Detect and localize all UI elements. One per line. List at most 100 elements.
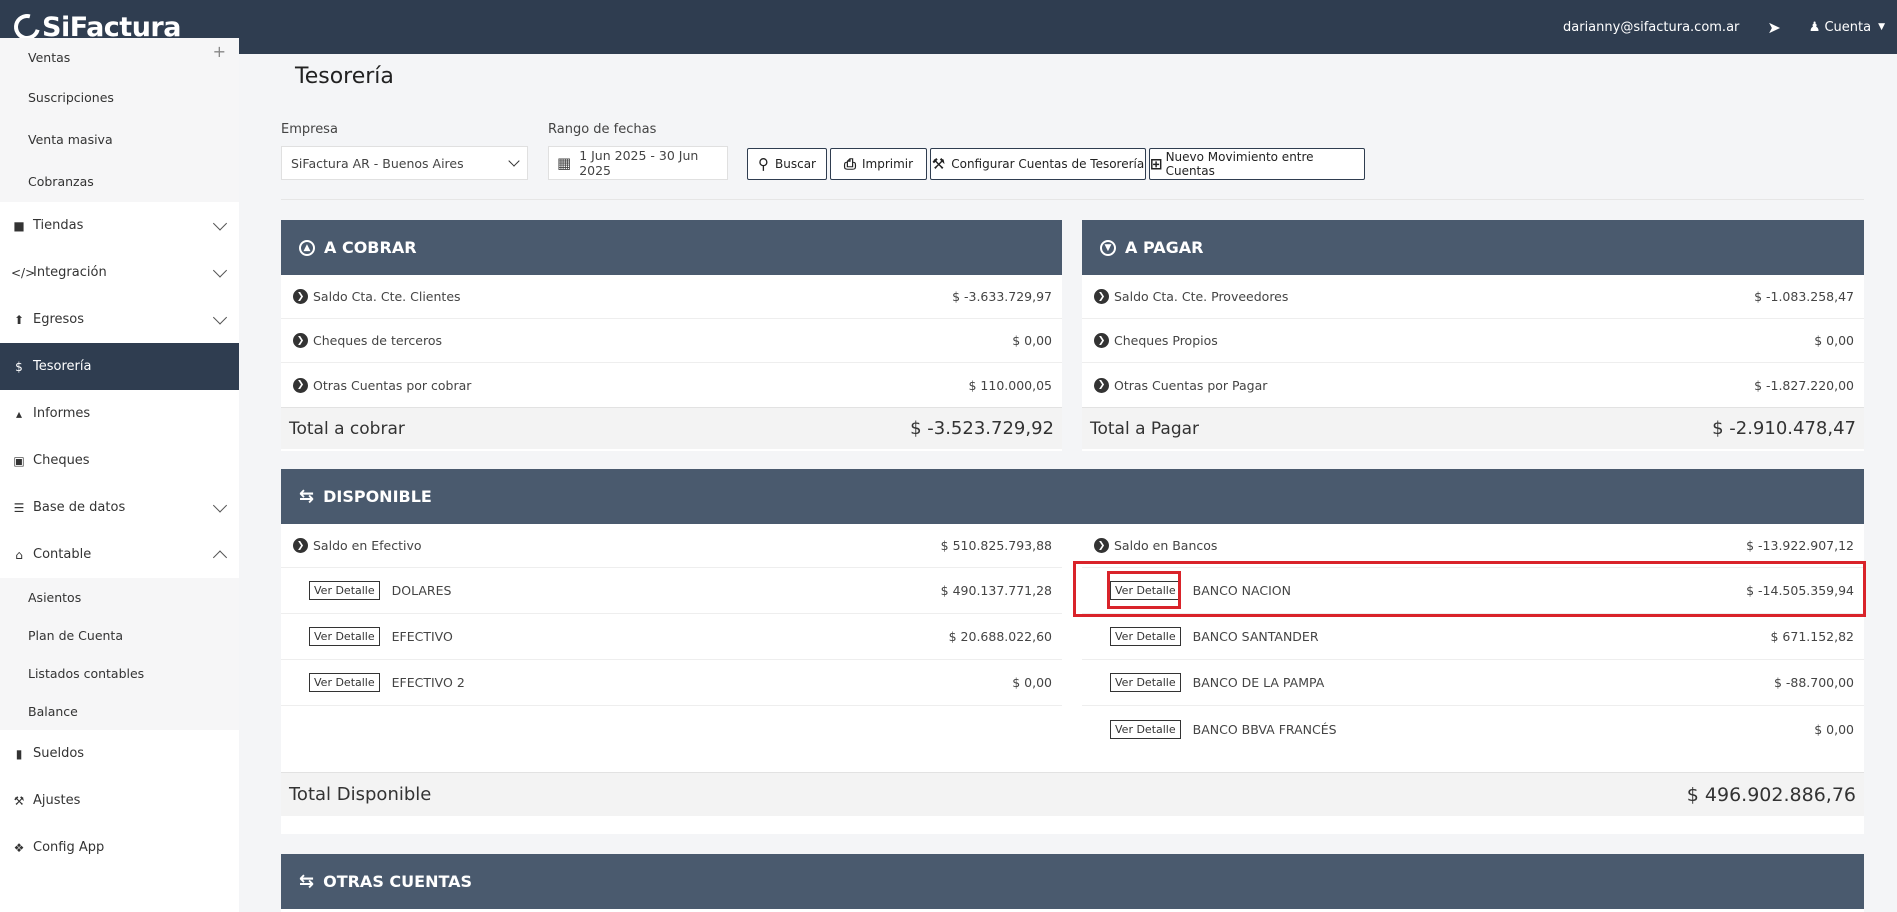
sidebar-item-integracion[interactable]: </> Integración	[0, 249, 239, 296]
divider	[281, 199, 1864, 200]
table-row: Ver Detalle BANCO BBVA FRANCÉS $ 0,00	[1082, 706, 1864, 752]
sidebar-item-ajustes[interactable]: ⚒ Ajustes	[0, 777, 239, 824]
total-disponible: Total Disponible $ 496.902.886,76	[281, 772, 1864, 816]
table-row: Ver Detalle BANCO DE LA PAMPA $ -88.700,…	[1082, 660, 1864, 706]
sidebar-item-ventas[interactable]: Ventas +	[0, 38, 239, 76]
print-icon: ⎙	[843, 155, 856, 173]
sidebar: Ventas + Suscripciones Venta masiva Cobr…	[0, 38, 239, 912]
account-label: Cuenta	[1824, 19, 1872, 35]
chevron-circle-right-icon: ❯	[1094, 289, 1109, 304]
table-row: Ver Detalle DOLARES $ 490.137.771,28	[281, 568, 1062, 614]
imprimir-button[interactable]: ⎙ Imprimir	[830, 148, 927, 180]
date-range-input[interactable]: ▦ 1 Jun 2025 - 30 Jun 2025	[548, 146, 728, 180]
page-title: Tesorería	[295, 64, 394, 89]
highlight-banco-nacion-row	[1073, 561, 1866, 617]
chevron-circle-right-icon: ❯	[293, 538, 308, 553]
user-email[interactable]: darianny@sifactura.com.ar	[1563, 20, 1739, 35]
chevron-up-icon	[212, 549, 228, 565]
main-content: Tesorería Empresa SiFactura AR - Buenos …	[239, 54, 1897, 912]
table-row: Ver Detalle BANCO SANTANDER $ 671.152,82	[1082, 614, 1864, 660]
book-icon: ▮	[15, 746, 23, 761]
sidebar-item-informes[interactable]: ▴ Informes	[0, 390, 239, 437]
area-chart-icon: ▴	[15, 406, 23, 421]
a-pagar-header: ▼ A PAGAR	[1082, 220, 1864, 275]
chevron-circle-right-icon: ❯	[1094, 333, 1109, 348]
shopping-bag-icon: ■	[13, 218, 25, 233]
upload-icon: ⬆	[13, 312, 25, 327]
plus-square-icon: ⊞	[1150, 155, 1163, 173]
table-row: Ver Detalle EFECTIVO $ 20.688.022,60	[281, 614, 1062, 660]
top-navbar: SiFactura darianny@sifactura.com.ar ➤ ♟ …	[0, 0, 1897, 54]
dollar-icon: $	[15, 359, 23, 374]
arrow-circle-down-icon: ▼	[1100, 239, 1116, 256]
ver-detalle-button[interactable]: Ver Detalle	[309, 673, 380, 692]
chevron-circle-right-icon: ❯	[293, 377, 308, 393]
total-a-pagar: Total a Pagar $ -2.910.478,47	[1082, 407, 1864, 449]
disponible-panel: ⇆ DISPONIBLE ❯ Saldo en Efectivo $ 510.8…	[281, 469, 1864, 834]
list-item[interactable]: ❯ Cheques Propios $ 0,00	[1082, 319, 1864, 363]
bank-icon: ⌂	[15, 547, 23, 562]
plus-icon[interactable]: +	[213, 42, 226, 61]
sidebar-item-cobranzas[interactable]: Cobranzas	[0, 160, 239, 202]
empresa-select[interactable]: SiFactura AR - Buenos Aires	[281, 146, 528, 180]
list-item[interactable]: ❯ Saldo Cta. Cte. Proveedores $ -1.083.2…	[1082, 275, 1864, 319]
a-cobrar-panel: ▲ A COBRAR ❯ Saldo Cta. Cte. Clientes $ …	[281, 220, 1062, 451]
chevron-circle-right-icon: ❯	[293, 333, 308, 348]
efectivo-column: ❯ Saldo en Efectivo $ 510.825.793,88 Ver…	[281, 524, 1062, 706]
search-icon: ⚲	[758, 155, 769, 173]
code-icon: </>	[11, 265, 36, 280]
total-a-cobrar: Total a cobrar $ -3.523.729,92	[281, 407, 1062, 449]
caret-down-icon: ▼	[1878, 22, 1885, 32]
ver-detalle-button[interactable]: Ver Detalle	[1110, 673, 1181, 692]
sidebar-item-contable[interactable]: ⌂ Contable	[0, 531, 239, 578]
highlight-ver-detalle-button	[1107, 571, 1181, 609]
chevron-down-icon	[508, 155, 520, 167]
sidebar-item-listados-contables[interactable]: Listados contables	[0, 654, 239, 692]
calendar-icon: ▦	[557, 154, 572, 172]
ver-detalle-button[interactable]: Ver Detalle	[309, 581, 380, 600]
sidebar-item-balance[interactable]: Balance	[0, 692, 239, 730]
buscar-button[interactable]: ⚲ Buscar	[747, 148, 827, 180]
sidebar-item-egresos[interactable]: ⬆ Egresos	[0, 296, 239, 343]
disponible-header: ⇆ DISPONIBLE	[281, 469, 1864, 524]
sidebar-item-plan-de-cuenta[interactable]: Plan de Cuenta	[0, 616, 239, 654]
chevron-circle-right-icon: ❯	[293, 289, 308, 304]
nuevo-movimiento-button[interactable]: ⊞ Nuevo Movimiento entre Cuentas	[1149, 148, 1365, 180]
sidebar-item-suscripciones[interactable]: Suscripciones	[0, 76, 239, 118]
sidebar-item-sueldos[interactable]: ▮ Sueldos	[0, 730, 239, 777]
list-item[interactable]: ❯ Cheques de terceros $ 0,00	[281, 319, 1062, 363]
arrow-circle-up-icon: ▲	[299, 239, 315, 256]
configurar-cuentas-button[interactable]: ⚒ Configurar Cuentas de Tesorería	[930, 148, 1146, 180]
sidebar-item-venta-masiva[interactable]: Venta masiva	[0, 118, 239, 160]
ver-detalle-button[interactable]: Ver Detalle	[1110, 719, 1181, 739]
otras-cuentas-panel: ⇆ OTRAS CUENTAS	[281, 854, 1864, 912]
list-item[interactable]: ❯ Saldo Cta. Cte. Clientes $ -3.633.729,…	[281, 275, 1062, 319]
paper-plane-icon[interactable]: ➤	[1767, 18, 1780, 37]
list-item[interactable]: ❯ Otras Cuentas por Pagar $ -1.827.220,0…	[1082, 363, 1864, 407]
chevron-down-icon	[212, 262, 228, 278]
sidebar-item-config-app[interactable]: ❖ Config App	[0, 824, 239, 871]
list-item[interactable]: ❯ Otras Cuentas por cobrar $ 110.000,05	[281, 363, 1062, 407]
wrench-icon: ⚒	[931, 155, 946, 173]
chevron-down-icon	[212, 497, 228, 513]
a-pagar-panel: ▼ A PAGAR ❯ Saldo Cta. Cte. Proveedores …	[1082, 220, 1864, 451]
sidebar-item-base-de-datos[interactable]: ☰ Base de datos	[0, 484, 239, 531]
chevron-down-icon	[212, 309, 228, 325]
otras-cuentas-header: ⇆ OTRAS CUENTAS	[281, 854, 1864, 909]
saldo-efectivo-row[interactable]: ❯ Saldo en Efectivo $ 510.825.793,88	[281, 524, 1062, 568]
sidebar-item-cheques[interactable]: ▣ Cheques	[0, 437, 239, 484]
sidebar-item-tiendas[interactable]: ■ Tiendas	[0, 202, 239, 249]
ver-detalle-button[interactable]: Ver Detalle	[309, 627, 380, 646]
exchange-icon: ⇆	[299, 486, 315, 507]
bancos-column: ❯ Saldo en Bancos $ -13.922.907,12 Ver D…	[1082, 524, 1864, 752]
account-menu[interactable]: ♟ Cuenta ▼	[1809, 20, 1885, 35]
chevron-circle-right-icon: ❯	[1094, 377, 1109, 393]
chevron-down-icon	[212, 215, 228, 231]
sidebar-item-tesoreria[interactable]: $ Tesorería	[0, 343, 239, 390]
chevron-circle-down-icon: ❯	[1094, 538, 1109, 553]
sidebar-item-asientos[interactable]: Asientos	[0, 578, 239, 616]
user-icon: ♟	[1808, 19, 1821, 35]
a-cobrar-header: ▲ A COBRAR	[281, 220, 1062, 275]
database-icon: ☰	[13, 500, 25, 515]
ver-detalle-button[interactable]: Ver Detalle	[1110, 627, 1181, 646]
